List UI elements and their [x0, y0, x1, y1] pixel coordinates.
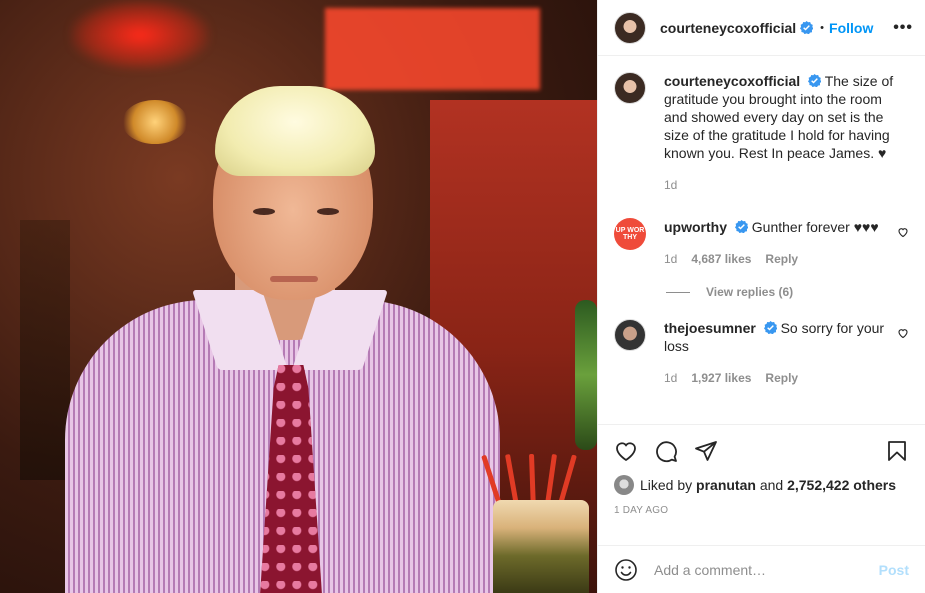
comment-likes[interactable]: 4,687 likes: [691, 250, 751, 268]
comment-meta: 1d 4,687 likes Reply: [664, 250, 889, 268]
comment-age: 1d: [664, 371, 678, 385]
comment-body: upworthy Gunther forever ♥♥♥ 1d 4,687 li…: [664, 218, 889, 268]
comment-item: thejoesumner So sorry for your loss 1d 1…: [614, 319, 909, 387]
view-replies-label: View replies (6): [706, 285, 794, 299]
comment-username[interactable]: upworthy: [664, 219, 727, 235]
author-username[interactable]: courteneycoxofficial: [660, 20, 796, 36]
instagram-post: courteneycoxofficial • Follow ••• courte…: [0, 0, 925, 593]
like-comment-heart-icon[interactable]: [897, 226, 909, 238]
liked-by: Liked by pranutan and 2,752,422 others: [614, 475, 909, 495]
caption-username[interactable]: courteneycoxofficial: [664, 73, 800, 89]
caption: courteneycoxofficial The size of gratitu…: [614, 72, 909, 194]
post-side-panel: courteneycoxofficial • Follow ••• courte…: [597, 0, 925, 593]
reply-button[interactable]: Reply: [765, 369, 798, 387]
author-avatar[interactable]: [614, 11, 646, 44]
comment-meta: 1d 1,927 likes Reply: [664, 369, 889, 387]
share-paper-plane-icon[interactable]: [694, 439, 718, 463]
replies-line: [666, 291, 690, 293]
post-comment-button[interactable]: Post: [879, 562, 909, 578]
post-header: courteneycoxofficial • Follow •••: [598, 0, 925, 56]
comment-text: Gunther forever ♥♥♥: [751, 219, 879, 235]
caption-avatar[interactable]: [614, 72, 646, 104]
comment-body: thejoesumner So sorry for your loss 1d 1…: [664, 319, 889, 387]
liked-and: and: [759, 477, 784, 493]
more-options-icon[interactable]: •••: [893, 19, 913, 37]
left-eye: [253, 208, 275, 215]
background-plant: [575, 300, 597, 450]
comment-input[interactable]: [654, 561, 879, 578]
thejoesumner-avatar[interactable]: [614, 319, 646, 351]
caption-meta: 1d: [664, 176, 909, 194]
mouth: [270, 276, 318, 282]
post-photo[interactable]: [0, 0, 597, 593]
comment-item: UP WOR THY upworthy Gunther forever ♥♥♥ …: [614, 218, 909, 268]
comment-likes[interactable]: 1,927 likes: [691, 369, 751, 387]
likes-count[interactable]: 2,752,422 others: [787, 477, 896, 493]
liked-by-avatar[interactable]: [614, 475, 634, 495]
post-date[interactable]: 1 DAY AGO: [614, 505, 909, 516]
like-heart-icon[interactable]: [614, 439, 638, 463]
post-actions: Liked by pranutan and 2,752,422 others 1…: [598, 424, 925, 545]
like-comment-heart-icon[interactable]: [897, 327, 909, 339]
separator-dot: •: [820, 21, 825, 34]
add-comment-bar: Post: [598, 545, 925, 593]
view-replies-button[interactable]: View replies (6): [666, 285, 909, 299]
neon-light: [70, 0, 210, 70]
straw-cup: [493, 500, 589, 593]
comment-age: 1d: [664, 252, 678, 266]
liked-user[interactable]: pranutan: [696, 477, 756, 493]
comments-list[interactable]: courteneycoxofficial The size of gratitu…: [598, 56, 925, 424]
verified-badge-icon: [763, 321, 777, 334]
save-bookmark-icon[interactable]: [885, 439, 909, 463]
liked-prefix: Liked by: [640, 477, 693, 493]
verified-badge-icon: [734, 220, 748, 233]
verified-badge-icon: [800, 21, 814, 34]
comment-username[interactable]: thejoesumner: [664, 320, 756, 336]
background-window: [325, 8, 540, 90]
caption-age: 1d: [664, 178, 678, 192]
emoji-smiley-icon[interactable]: [614, 558, 638, 582]
avatar-text: UP WOR THY: [615, 227, 645, 241]
reply-button[interactable]: Reply: [765, 250, 798, 268]
man-portrait: [55, 80, 515, 593]
bleached-hair: [215, 86, 375, 176]
comment-bubble-icon[interactable]: [654, 439, 678, 463]
right-eye: [317, 208, 339, 215]
caption-body: courteneycoxofficial The size of gratitu…: [664, 72, 909, 194]
verified-badge-icon: [808, 74, 822, 87]
action-icons: [614, 431, 909, 471]
upworthy-avatar[interactable]: UP WOR THY: [614, 218, 646, 250]
follow-button[interactable]: Follow: [829, 20, 873, 36]
